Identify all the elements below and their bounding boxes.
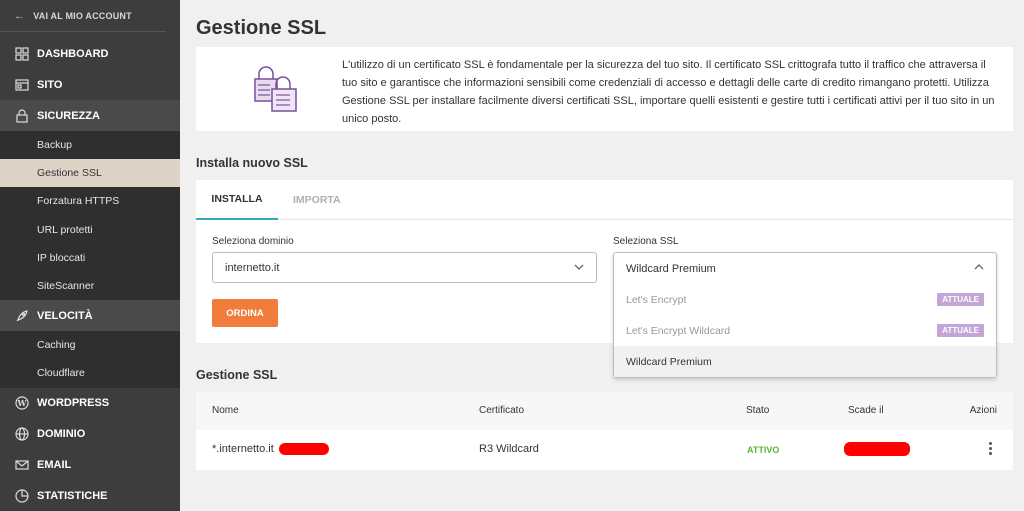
ssl-option-wildcard-premium[interactable]: Wildcard Premium [614, 346, 996, 377]
sidebar-nav: DASHBOARD SITO SICUREZZA Backup Gestione… [0, 38, 180, 511]
site-icon [14, 77, 30, 93]
tab-installa[interactable]: INSTALLA [196, 180, 278, 220]
sidebar-item-dominio[interactable]: DOMINIO [0, 419, 180, 450]
sidebar-item-velocita[interactable]: VELOCITÀ [0, 300, 180, 332]
ssl-select-label: Seleziona SSL [613, 236, 679, 247]
dashboard-icon [14, 46, 30, 62]
ssl-option-lets-encrypt[interactable]: Let's Encrypt ATTUALE [614, 284, 996, 315]
svg-text:W: W [17, 398, 28, 408]
column-certificato: Certificato [479, 405, 525, 416]
ssl-option-lets-encrypt-wildcard[interactable]: Let's Encrypt Wildcard ATTUALE [614, 315, 996, 346]
sidebar-item-label: VELOCITÀ [37, 309, 93, 322]
status-badge: ATTIVO [747, 445, 780, 455]
table-header: Nome Certificato Stato Scade il Azioni [196, 392, 1013, 430]
wordpress-icon: W [14, 395, 30, 411]
domain-select[interactable]: internetto.it [212, 252, 597, 283]
more-actions-icon[interactable] [989, 442, 993, 457]
sidebar-item-label: STATISTICHE [37, 490, 108, 502]
back-to-account-link[interactable]: ← VAI AL MIO ACCOUNT [0, 0, 166, 32]
ssl-info-text: L'utilizzo di un certificato SSL è fonda… [342, 59, 995, 125]
column-scade-il: Scade il [848, 405, 884, 416]
padlocks-icon [252, 65, 302, 118]
column-azioni: Azioni [969, 405, 997, 416]
sidebar-item-wordpress[interactable]: W WORDPRESS [0, 388, 180, 419]
sidebar-subitem-sitescanner[interactable]: SiteScanner [0, 272, 180, 300]
current-badge: ATTUALE [937, 293, 984, 306]
sidebar-item-sito[interactable]: SITO [0, 69, 180, 100]
sidebar-item-label: WORDPRESS [37, 397, 110, 409]
ssl-option-label: Wildcard Premium [626, 355, 712, 368]
sidebar-subitem-cloudflare[interactable]: Cloudflare [0, 359, 180, 387]
domain-select-value: internetto.it [225, 261, 280, 274]
sidebar-item-email[interactable]: EMAIL [0, 450, 180, 481]
lock-icon [14, 108, 30, 124]
chevron-up-icon [974, 262, 984, 275]
install-section-title: Installa nuovo SSL [196, 156, 308, 170]
ssl-select[interactable]: Wildcard Premium [614, 253, 996, 284]
row-name-text: *.internetto.it [212, 443, 274, 455]
speed-submenu: Caching Cloudflare [0, 331, 180, 388]
install-tabs: INSTALLA IMPORTA [196, 180, 1013, 220]
ssl-table: Nome Certificato Stato Scade il Azioni *… [196, 392, 1013, 470]
chevron-down-icon [574, 262, 584, 275]
ssl-option-label: Let's Encrypt [626, 293, 687, 306]
sidebar-subitem-caching[interactable]: Caching [0, 331, 180, 359]
back-link-label: VAI AL MIO ACCOUNT [33, 10, 132, 21]
row-name: *.internetto.it [212, 443, 329, 456]
ssl-select-value: Wildcard Premium [626, 262, 716, 275]
ssl-option-label: Let's Encrypt Wildcard [626, 324, 731, 337]
security-submenu: Backup Gestione SSL Forzatura HTTPS URL … [0, 131, 180, 301]
info-card: L'utilizzo di un certificato SSL è fonda… [196, 47, 1013, 131]
row-expiry [844, 442, 910, 456]
sidebar-subitem-forzatura-https[interactable]: Forzatura HTTPS [0, 187, 180, 215]
globe-icon [14, 426, 30, 442]
page-title: Gestione SSL [196, 17, 327, 39]
table-row: *.internetto.it R3 Wildcard ATTIVO [196, 430, 1013, 470]
sidebar-item-label: DASHBOARD [37, 47, 109, 60]
stats-icon [14, 488, 30, 504]
rocket-icon [14, 308, 30, 324]
sidebar-item-statistiche[interactable]: STATISTICHE [0, 481, 180, 511]
email-icon [14, 457, 30, 473]
sidebar-item-label: DOMINIO [37, 428, 86, 440]
sidebar-item-label: EMAIL [37, 459, 72, 471]
ssl-select-dropdown[interactable]: Wildcard Premium Let's Encrypt ATTUALE L… [613, 252, 997, 378]
domain-select-label: Seleziona dominio [212, 236, 294, 247]
sidebar-item-sicurezza[interactable]: SICUREZZA [0, 100, 180, 131]
sidebar: ← VAI AL MIO ACCOUNT DASHBOARD SITO SICU… [0, 0, 180, 511]
column-nome: Nome [212, 405, 239, 416]
sidebar-subitem-gestione-ssl[interactable]: Gestione SSL [0, 159, 180, 188]
arrow-left-icon: ← [14, 9, 26, 22]
redacted-mark [844, 442, 910, 456]
column-stato: Stato [746, 405, 770, 416]
sidebar-item-dashboard[interactable]: DASHBOARD [0, 38, 180, 69]
row-certificate: R3 Wildcard [479, 443, 539, 455]
sidebar-subitem-url-protetti[interactable]: URL protetti [0, 216, 180, 244]
redacted-mark [278, 443, 329, 456]
order-button[interactable]: ORDINA [212, 299, 278, 327]
manage-section-title: Gestione SSL [196, 368, 278, 382]
sidebar-subitem-ip-bloccati[interactable]: IP bloccati [0, 244, 180, 272]
tab-importa[interactable]: IMPORTA [293, 180, 341, 220]
current-badge: ATTUALE [937, 324, 984, 337]
sidebar-subitem-backup[interactable]: Backup [0, 131, 180, 159]
sidebar-item-label: SICUREZZA [37, 109, 100, 122]
sidebar-item-label: SITO [37, 78, 63, 91]
